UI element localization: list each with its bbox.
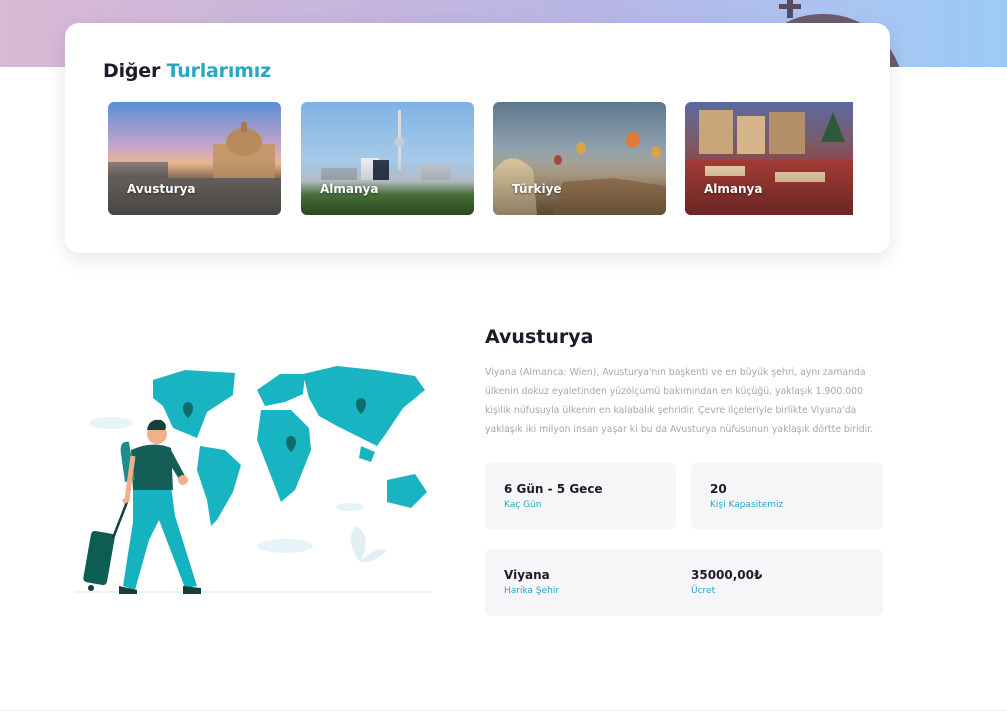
capacity-label: Kişi Kapasitemiz [710,500,784,510]
section-divider [0,710,1007,711]
tour-card-avusturya[interactable]: Avusturya [108,102,281,215]
duration-label: Kaç Gün [504,500,542,510]
tour-card-turkiye[interactable]: Türkiye [493,102,666,215]
other-tours-heading: Diğer Turlarımız [103,60,271,82]
city-value: Viyana [504,568,550,582]
city-price-card: Viyana Harika Şehir 35000,00₺ Ücret [485,549,883,616]
capacity-value: 20 [710,482,727,496]
heading-accent: Turlarımız [166,60,272,82]
cathedral-cross-image [787,0,793,18]
tour-label: Almanya [704,182,763,196]
heading-prefix: Diğer [103,60,161,82]
tour-label: Avusturya [127,182,196,196]
capacity-card: 20 Kişi Kapasitemiz [691,463,883,529]
traveler-world-map-illustration [75,350,435,600]
destination-title: Avusturya [485,326,594,348]
tour-label: Türkiye [512,182,562,196]
price-value: 35000,00₺ [691,568,763,582]
tour-card-almanya[interactable]: Almanya [301,102,474,215]
tour-card-almanya-2[interactable]: Almanya [685,102,853,215]
destination-description: Viyana (Almanca: Wien), Avusturya'nın ba… [485,367,874,435]
tour-carousel: Avusturya Almanya Türkiye Almanya [108,102,853,215]
other-tours-card: Diğer Turlarımız Avusturya Almanya Türki… [65,23,890,253]
tour-label: Almanya [320,182,379,196]
duration-value: 6 Gün - 5 Gece [504,482,603,496]
price-label: Ücret [691,586,716,596]
city-label: Harika Şehir [504,586,560,596]
duration-card: 6 Gün - 5 Gece Kaç Gün [485,463,676,529]
